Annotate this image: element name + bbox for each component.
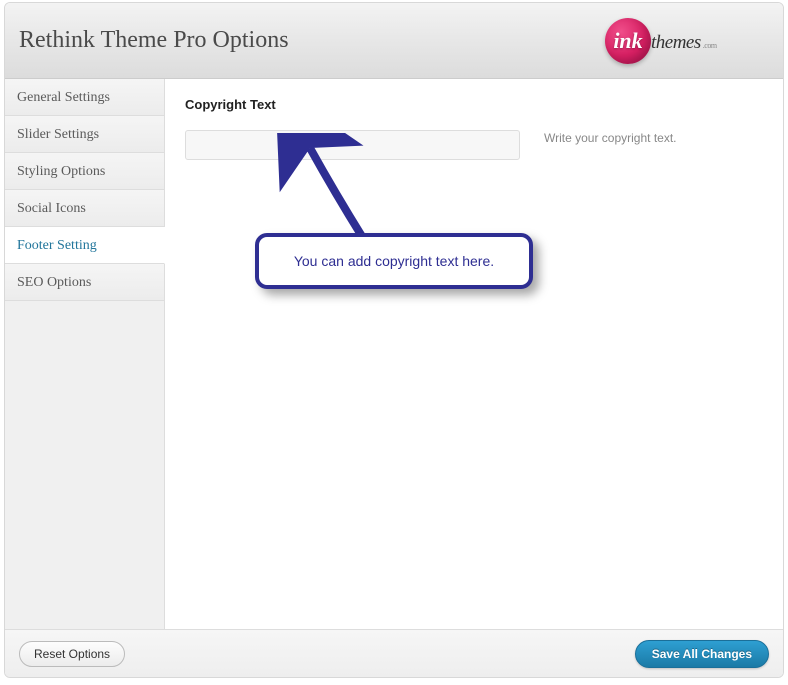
- logo-ink-text: ink: [613, 28, 642, 54]
- reset-options-button[interactable]: Reset Options: [19, 641, 125, 667]
- copyright-field-row: Write your copyright text.: [185, 130, 763, 160]
- sidebar-item-styling-options[interactable]: Styling Options: [5, 153, 164, 190]
- sidebar-item-social-icons[interactable]: Social Icons: [5, 190, 164, 227]
- sidebar: General Settings Slider Settings Styling…: [5, 79, 165, 629]
- section-title: Copyright Text: [185, 97, 763, 112]
- callout-text: You can add copyright text here.: [294, 253, 494, 269]
- panel-footer: Reset Options Save All Changes: [5, 629, 783, 677]
- callout-box: You can add copyright text here.: [255, 233, 533, 289]
- field-help-text: Write your copyright text.: [544, 130, 677, 145]
- copyright-text-input[interactable]: [185, 130, 520, 160]
- sidebar-item-seo-options[interactable]: SEO Options: [5, 264, 164, 301]
- options-panel: Rethink Theme Pro Options ink themes.com…: [4, 2, 784, 678]
- save-all-changes-button[interactable]: Save All Changes: [635, 640, 769, 668]
- logo-ball-icon: ink: [605, 18, 651, 64]
- sidebar-item-footer-setting[interactable]: Footer Setting: [5, 227, 165, 264]
- panel-header: Rethink Theme Pro Options ink themes.com: [5, 3, 783, 79]
- content-area: Copyright Text Write your copyright text…: [165, 79, 783, 629]
- sidebar-item-slider-settings[interactable]: Slider Settings: [5, 116, 164, 153]
- page-title: Rethink Theme Pro Options: [19, 27, 289, 54]
- sidebar-item-general-settings[interactable]: General Settings: [5, 79, 164, 116]
- panel-body: General Settings Slider Settings Styling…: [5, 79, 783, 629]
- brand-logo: ink themes.com: [603, 16, 763, 66]
- logo-word: themes.com: [651, 32, 717, 54]
